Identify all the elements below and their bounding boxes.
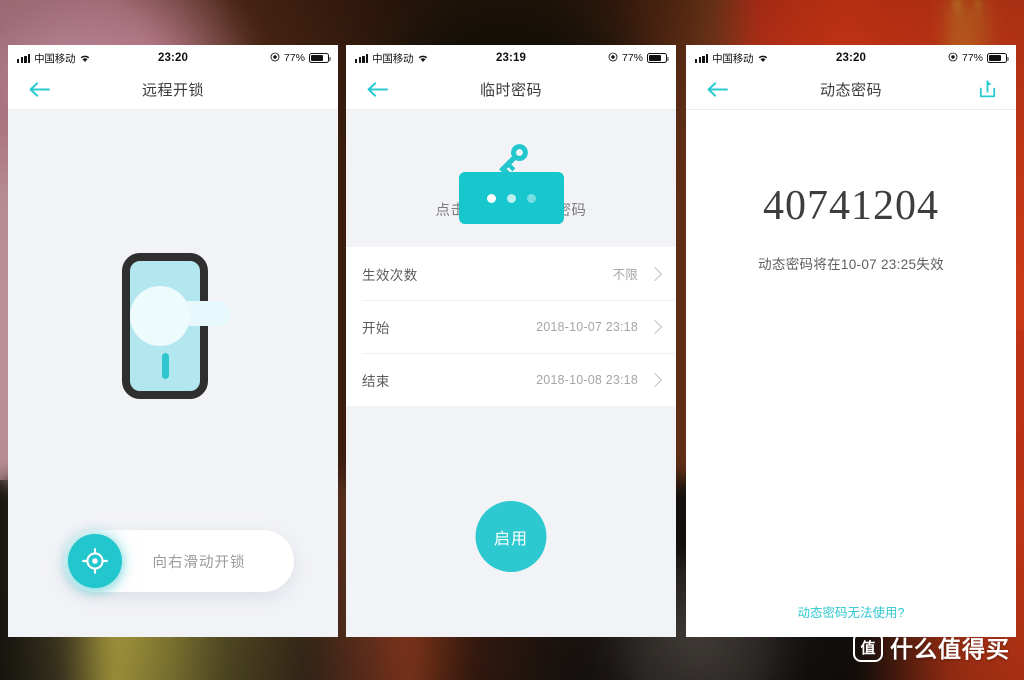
dynamic-password-help-link[interactable]: 动态密码无法使用? [686, 602, 1016, 621]
watermark-badge: 值 [853, 632, 883, 662]
battery-percent-label: 77% [621, 52, 643, 64]
battery-icon [647, 53, 669, 63]
page-title: 动态密码 [819, 81, 882, 99]
nav-bar: 动态密码 [686, 69, 1016, 109]
status-bar: 中国移动 23:20 77% [8, 45, 338, 69]
page-title: 远程开锁 [141, 81, 204, 99]
slide-to-unlock-thumb[interactable] [68, 534, 122, 588]
status-bar-left: 中国移动 [17, 51, 91, 66]
battery-percent-label: 77% [961, 52, 983, 64]
carrier-label: 中国移动 [712, 52, 754, 65]
chevron-right-icon [647, 372, 663, 387]
status-bar: 中国移动 23:20 77% [686, 45, 1016, 69]
phone-screen-dynamic-password: 中国移动 23:20 77% 动态密码 40741204 动态密码将在10-07… [686, 45, 1016, 637]
phone-screen-remote-unlock: 中国移动 23:20 77% 远程开锁 向右滑动开锁 [8, 45, 338, 637]
row-value: 2018-10-07 23:18 [536, 319, 638, 334]
cellular-signal-icon [355, 53, 369, 63]
back-button[interactable] [702, 77, 732, 101]
dynamic-password-body: 40741204 动态密码将在10-07 23:25失效 动态密码无法使用? [686, 110, 1016, 637]
status-bar-left: 中国移动 [695, 51, 769, 66]
door-lock-illustration [114, 253, 232, 399]
share-icon [979, 79, 995, 97]
status-bar-right: 77% [608, 52, 669, 65]
cellular-signal-icon [695, 53, 709, 63]
row-label: 生效次数 [362, 267, 418, 283]
enable-button[interactable]: 启用 [475, 501, 547, 572]
alarm-icon [608, 52, 618, 65]
row-usage-count[interactable]: 生效次数 不限 [346, 247, 676, 300]
wifi-icon [79, 54, 91, 63]
carrier-label: 中国移动 [372, 52, 414, 65]
dynamic-password-value: 40741204 [763, 183, 939, 229]
row-start-time[interactable]: 开始 2018-10-07 23:18 [346, 300, 676, 353]
row-value: 2018-10-08 23:18 [536, 372, 638, 387]
status-bar-left: 中国移动 [355, 51, 429, 66]
page-title: 临时密码 [479, 81, 542, 99]
status-bar-right: 77% [270, 52, 331, 65]
row-end-time[interactable]: 结束 2018-10-08 23:18 [346, 353, 676, 406]
lock-knob-icon [130, 286, 190, 346]
carrier-label: 中国移动 [34, 52, 76, 65]
remote-unlock-body: 向右滑动开锁 [8, 110, 338, 637]
status-bar: 中国移动 23:19 77% [346, 45, 676, 69]
loading-toast [459, 172, 564, 224]
target-icon [82, 548, 108, 574]
phone-screen-temp-password: 中国移动 23:19 77% 临时密码 生效次数 不限 开始 2018-10-0… [346, 45, 676, 637]
lock-keyhole-icon [162, 353, 169, 379]
chevron-right-icon [647, 319, 663, 334]
battery-percent-label: 77% [283, 52, 305, 64]
row-label: 开始 [362, 320, 390, 336]
dynamic-password-expiry: 动态密码将在10-07 23:25失效 [758, 257, 944, 272]
back-button[interactable] [24, 77, 54, 101]
battery-icon [309, 53, 331, 63]
nav-bar: 临时密码 [346, 69, 676, 109]
temp-password-body: 点击启用获取临时密码 生效次数 不限 开始 2018-10-07 23:18 结… [346, 110, 676, 637]
battery-icon [987, 53, 1009, 63]
slide-to-unlock-track[interactable]: 向右滑动开锁 [64, 530, 294, 592]
status-bar-right: 77% [948, 52, 1009, 65]
cellular-signal-icon [17, 53, 31, 63]
watermark-text: 什么值得买 [890, 636, 1010, 662]
enable-button-label: 启用 [493, 530, 528, 548]
wifi-icon [757, 54, 769, 63]
alarm-icon [948, 52, 958, 65]
back-button[interactable] [362, 77, 392, 101]
alarm-icon [270, 52, 280, 65]
site-watermark: 值 什么值得买 [853, 630, 1010, 664]
wifi-icon [417, 54, 429, 63]
row-value: 不限 [612, 268, 638, 282]
temp-password-settings-list: 生效次数 不限 开始 2018-10-07 23:18 结束 2018-10-0… [346, 172, 676, 406]
chevron-right-icon [647, 266, 663, 281]
share-button[interactable] [974, 76, 1000, 102]
nav-bar: 远程开锁 [8, 69, 338, 109]
row-label: 结束 [362, 373, 390, 389]
